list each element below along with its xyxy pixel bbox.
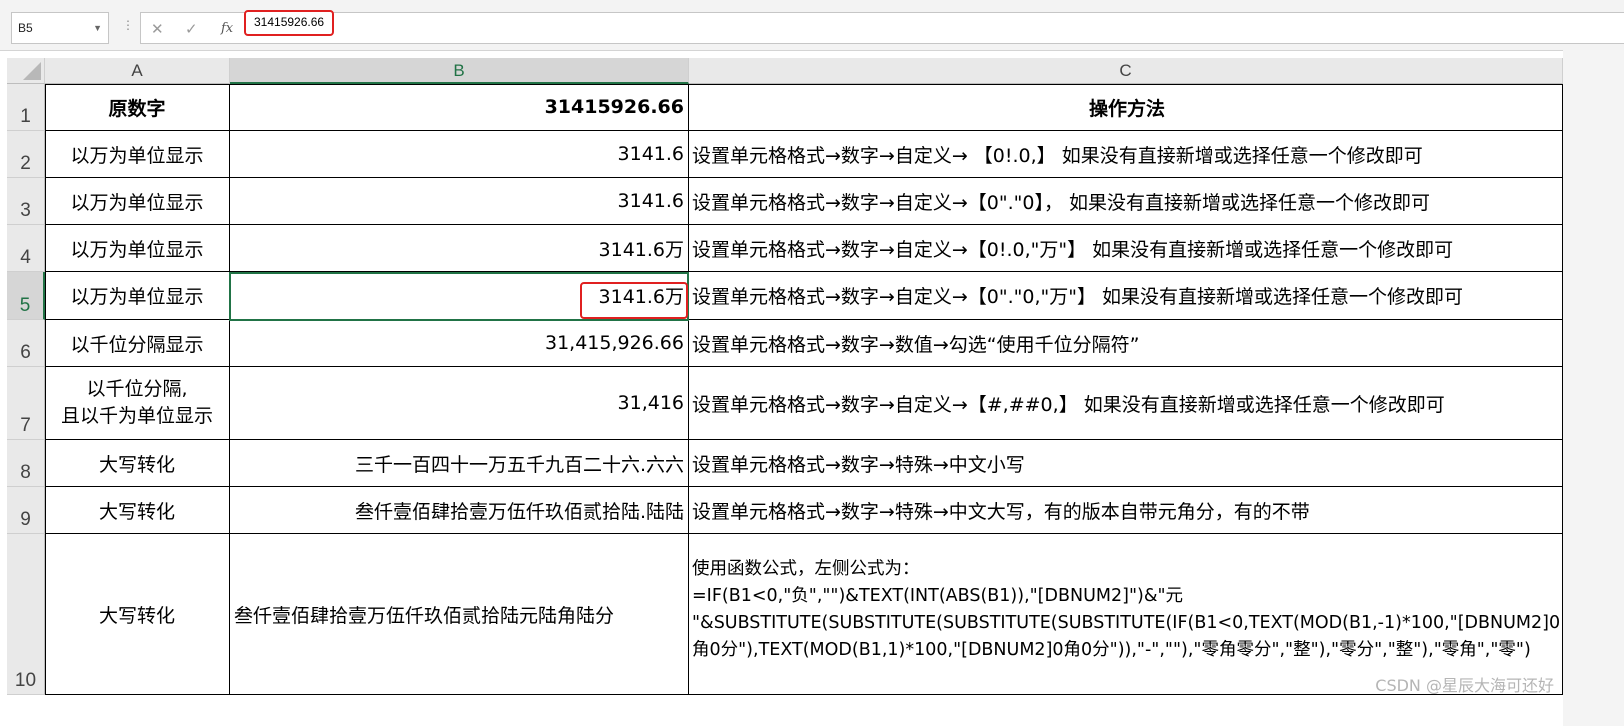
more-icon: ⋮ <box>122 18 134 32</box>
cell-b3[interactable]: 3141.6 <box>230 178 689 225</box>
cell-c9[interactable]: 设置单元格格式→数字→特殊→中文大写，有的版本自带元角分，有的不带 <box>689 487 1563 534</box>
name-box-value: B5 <box>18 21 33 35</box>
cell-c4[interactable]: 设置单元格格式→数字→自定义→【0!.0,"万"】 如果没有直接新增或选择任意一… <box>689 225 1563 272</box>
row-header-3[interactable]: 3 <box>7 178 45 225</box>
chevron-down-icon[interactable]: ▼ <box>93 13 102 43</box>
row-header-7[interactable]: 7 <box>7 367 45 440</box>
cell-a2[interactable]: 以万为单位显示 <box>45 131 230 178</box>
cell-b7[interactable]: 31,416 <box>230 367 689 440</box>
cell-a1[interactable]: 原数字 <box>45 84 230 131</box>
cell-a6[interactable]: 以千位分隔显示 <box>45 320 230 367</box>
cell-b2[interactable]: 3141.6 <box>230 131 689 178</box>
cell-c6[interactable]: 设置单元格格式→数字→数值→勾选“使用千位分隔符” <box>689 320 1563 367</box>
column-header-c[interactable]: C <box>689 58 1563 84</box>
row-header-6[interactable]: 6 <box>7 320 45 367</box>
formula-input-group[interactable]: ✕ ✓ fx <box>140 12 1624 44</box>
cell-a7[interactable]: 以千位分隔, 且以千为单位显示 <box>45 367 230 440</box>
name-box[interactable]: B5 ▼ <box>11 12 109 44</box>
cell-b1[interactable]: 31415926.66 <box>230 84 689 131</box>
select-all-corner[interactable] <box>7 58 45 84</box>
cell-c8[interactable]: 设置单元格格式→数字→特殊→中文小写 <box>689 440 1563 487</box>
row-header-4[interactable]: 4 <box>7 225 45 272</box>
watermark: CSDN @星辰大海可还好 <box>1375 676 1554 695</box>
cell-b5[interactable]: 3141.6万 <box>230 272 689 320</box>
column-header-b[interactable]: B <box>230 58 689 84</box>
row-header-9[interactable]: 9 <box>7 487 45 534</box>
cell-b10[interactable]: 叁仟壹佰肆拾壹万伍仟玖佰贰拾陆元陆角陆分 <box>230 534 689 695</box>
cell-c10[interactable]: 使用函数公式，左侧公式为： =IF(B1<0,"负","")&TEXT(INT(… <box>689 534 1563 695</box>
cell-a8[interactable]: 大写转化 <box>45 440 230 487</box>
function-icon[interactable]: fx <box>221 19 233 39</box>
row-header-5[interactable]: 5 <box>7 272 45 320</box>
sheet-margin <box>1563 50 1624 726</box>
confirm-icon[interactable]: ✓ <box>185 19 198 39</box>
formula-bar: B5 ▼ ⋮ ✕ ✓ fx 31415926.66 <box>0 0 1624 51</box>
cell-b9[interactable]: 叁仟壹佰肆拾壹万伍仟玖佰贰拾陆.陆陆 <box>230 487 689 534</box>
cell-b6[interactable]: 31,415,926.66 <box>230 320 689 367</box>
row-header-2[interactable]: 2 <box>7 131 45 178</box>
cell-a10[interactable]: 大写转化 <box>45 534 230 695</box>
row-header-8[interactable]: 8 <box>7 440 45 487</box>
column-header-a[interactable]: A <box>45 58 230 84</box>
cell-a3[interactable]: 以万为单位显示 <box>45 178 230 225</box>
cell-c7[interactable]: 设置单元格格式→数字→自定义→【#,##0,】 如果没有直接新增或选择任意一个修… <box>689 367 1563 440</box>
cell-a9[interactable]: 大写转化 <box>45 487 230 534</box>
cell-a4[interactable]: 以万为单位显示 <box>45 225 230 272</box>
formula-value[interactable]: 31415926.66 <box>244 10 335 36</box>
cell-c5[interactable]: 设置单元格格式→数字→自定义→【0"."0,"万"】 如果没有直接新增或选择任意… <box>689 272 1563 320</box>
cell-a5[interactable]: 以万为单位显示 <box>45 272 230 320</box>
cell-b4[interactable]: 3141.6万 <box>230 225 689 272</box>
row-header-1[interactable]: 1 <box>7 84 45 131</box>
cell-c3[interactable]: 设置单元格格式→数字→自定义→【0"."0】， 如果没有直接新增或选择任意一个修… <box>689 178 1563 225</box>
cell-c1[interactable]: 操作方法 <box>689 84 1563 131</box>
cell-c2[interactable]: 设置单元格格式→数字→自定义→ 【0!.0,】 如果没有直接新增或选择任意一个修… <box>689 131 1563 178</box>
cancel-icon[interactable]: ✕ <box>151 19 164 39</box>
cell-b8[interactable]: 三千一百四十一万五千九百二十六.六六 <box>230 440 689 487</box>
row-header-10[interactable]: 10 <box>7 534 45 695</box>
